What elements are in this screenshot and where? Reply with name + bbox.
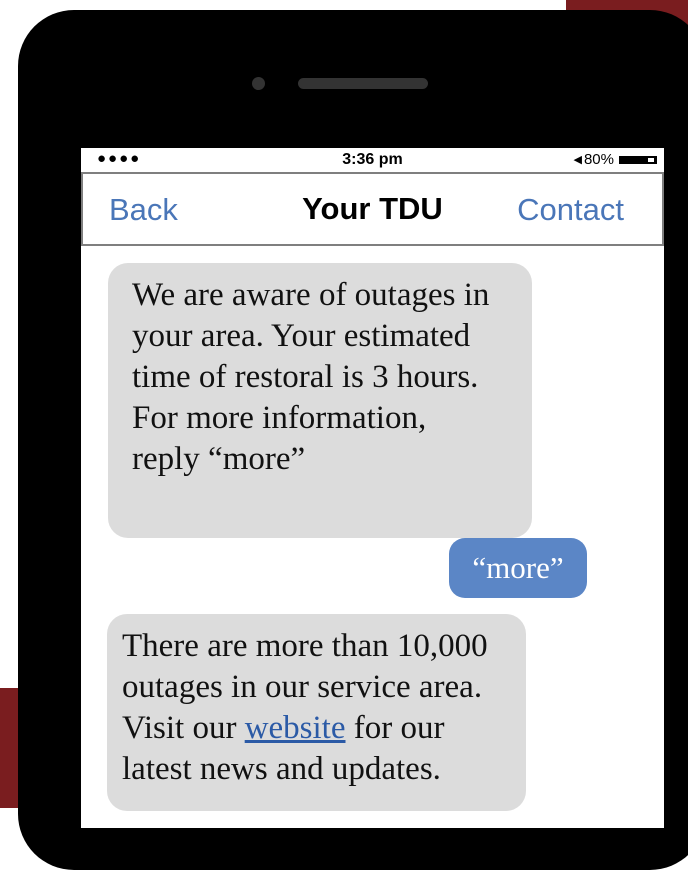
message-line: time of restoral is 3 hours. — [132, 359, 479, 395]
location-arrow-icon: ◀ — [573, 154, 582, 166]
navigation-bar: Back Your TDU Contact — [81, 172, 664, 246]
battery-area: ◀ 80% — [573, 151, 657, 168]
message-line: your area. Your estimated — [132, 318, 471, 354]
message-line: For more information, — [132, 400, 427, 436]
message-line: outages in our service area. — [122, 669, 483, 705]
message-line: There are more than 10,000 — [122, 628, 488, 664]
message-bubble-received: There are more than 10,000 outages in ou… — [107, 614, 526, 811]
battery-icon — [619, 155, 657, 164]
message-line: Visit our website for our — [122, 708, 526, 749]
contact-button[interactable]: Contact — [517, 192, 624, 228]
website-link[interactable]: website — [245, 710, 346, 746]
message-line: We are aware of outages in — [132, 277, 490, 313]
message-bubble-sent: “more” — [449, 538, 587, 598]
status-bar: ●●●● 3:36 pm ◀ 80% — [81, 148, 664, 172]
message-text: Visit our — [122, 710, 245, 746]
message-bubble-received: We are aware of outages in your area. Yo… — [108, 263, 532, 538]
message-line: latest news and updates. — [122, 751, 441, 787]
message-line: reply “more” — [132, 441, 306, 477]
battery-percent: 80% — [583, 151, 614, 168]
phone-screen: ●●●● 3:36 pm ◀ 80% Back Your TDU Contact… — [81, 148, 664, 828]
earpiece-speaker — [298, 78, 428, 89]
message-text: for our — [345, 710, 445, 746]
front-camera — [252, 77, 265, 90]
phone-frame: ●●●● 3:36 pm ◀ 80% Back Your TDU Contact… — [18, 10, 688, 870]
